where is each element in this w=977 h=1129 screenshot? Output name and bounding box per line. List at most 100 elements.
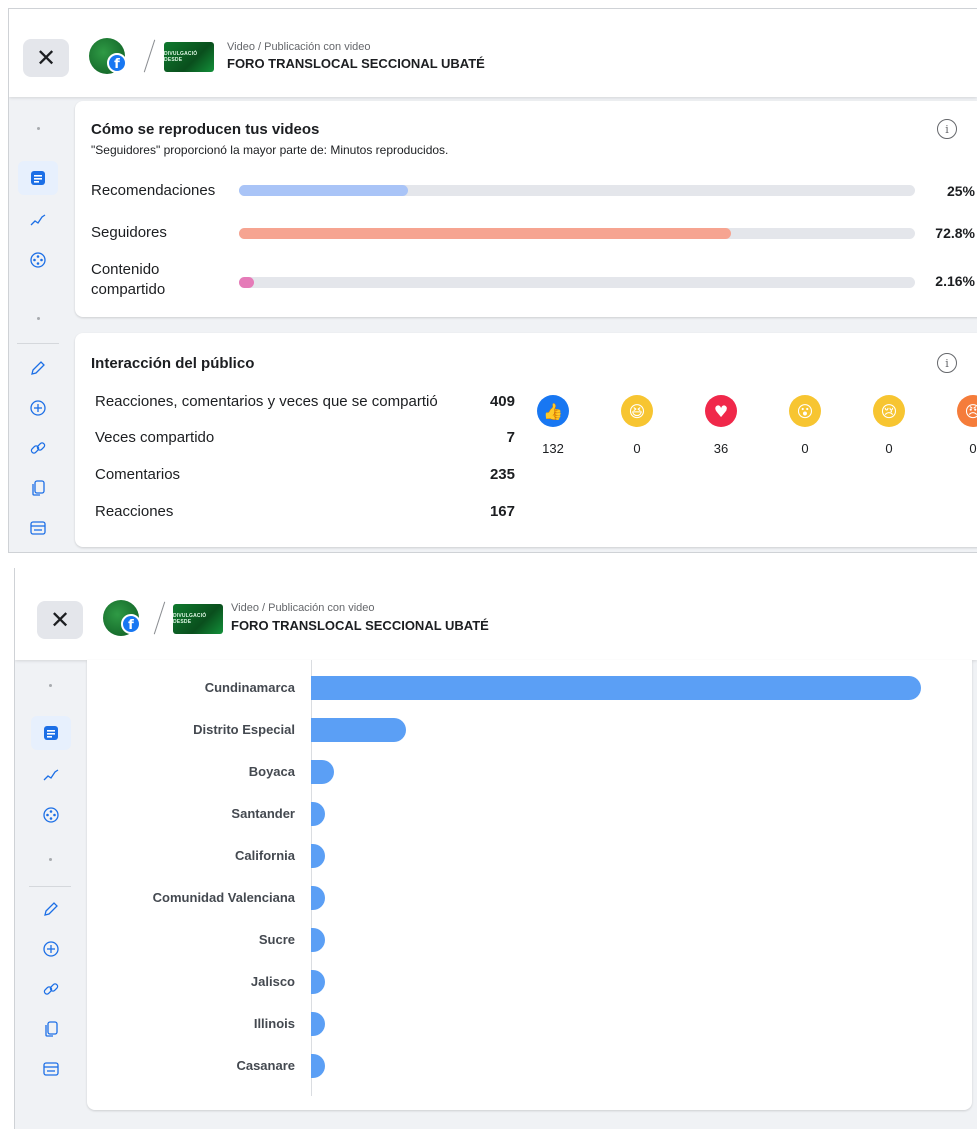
source-track — [239, 277, 915, 288]
sidebar — [15, 660, 73, 1129]
engagement-title: Interacción del público — [91, 355, 255, 372]
film-reel-icon[interactable] — [31, 798, 71, 832]
post-details-icon[interactable] — [31, 716, 71, 750]
region-label: Casanare — [236, 1058, 295, 1073]
engagement-card: Interacción del público i Reacciones, co… — [75, 333, 977, 547]
region-label: Sucre — [258, 932, 295, 947]
region-label: California — [235, 848, 295, 863]
sidebar — [9, 97, 67, 552]
source-percent: 25% — [946, 183, 975, 199]
film-reel-icon[interactable] — [18, 243, 58, 277]
sad-icon: 😢 — [873, 395, 905, 427]
reaction-count: 36 — [713, 441, 729, 456]
breadcrumb: Video / Publicación con video — [227, 41, 371, 53]
region-bar[interactable] — [311, 1054, 325, 1078]
region-label: Boyaca — [248, 764, 295, 779]
page-title: FORO TRANSLOCAL SECCIONAL UBATÉ — [231, 618, 489, 633]
region-label: Illinois — [253, 1016, 295, 1031]
trend-icon[interactable] — [31, 758, 71, 792]
engagement-label: Reacciones — [95, 503, 174, 520]
reaction-count: 0 — [801, 441, 809, 456]
wow-icon: 😮 — [789, 395, 821, 427]
source-fill — [239, 228, 731, 239]
pencil-icon[interactable] — [18, 351, 58, 385]
engagement-value: 409 — [489, 393, 515, 410]
card-icon[interactable] — [31, 1052, 71, 1086]
source-track — [239, 185, 915, 196]
engagement-label: Reacciones, comentarios y veces que se c… — [95, 393, 438, 410]
card-icon[interactable] — [18, 511, 58, 545]
engagement-label: Veces compartido — [95, 429, 215, 446]
link-icon[interactable] — [18, 431, 58, 465]
copy-icon[interactable] — [18, 471, 58, 505]
page-title: FORO TRANSLOCAL SECCIONAL UBATÉ — [227, 56, 485, 71]
region-label: Jalisco — [250, 974, 295, 989]
header-bar: ✕ f DIVULGACIÓ DESDE Video / Publicación… — [9, 9, 977, 97]
facebook-icon: f — [107, 53, 127, 73]
region-bar[interactable] — [311, 928, 325, 952]
engagement-value: 7 — [506, 429, 515, 446]
playback-subtitle: "Seguidores" proporcionó la mayor parte … — [91, 143, 449, 157]
breadcrumb: Video / Publicación con video — [231, 602, 375, 614]
info-icon[interactable]: i — [937, 119, 957, 139]
insights-panel-top: ✕ f DIVULGACIÓ DESDE Video / Publicación… — [8, 8, 977, 553]
reaction-count: 132 — [542, 441, 564, 456]
region-bar[interactable] — [311, 718, 406, 742]
sidebar-dot — [37, 127, 40, 130]
like-icon: 👍 — [537, 395, 569, 427]
region-label: Santander — [231, 806, 295, 821]
breadcrumb-separator — [143, 39, 156, 73]
header-bar: ✕ f DIVULGACIÓ DESDE Video / Publicación… — [15, 568, 977, 660]
post-details-icon[interactable] — [18, 161, 58, 195]
source-fill — [239, 185, 408, 196]
source-percent: 72.8% — [935, 225, 975, 241]
region-label: Comunidad Valenciana — [152, 890, 295, 905]
engagement-label: Comentarios — [95, 466, 181, 483]
reaction-count: 0 — [969, 441, 977, 456]
close-button[interactable]: ✕ — [37, 601, 83, 639]
video-thumbnail: DIVULGACIÓ DESDE — [164, 42, 214, 72]
region-label: Distrito Especial — [193, 722, 295, 737]
source-fill — [239, 277, 254, 288]
reaction-count: 0 — [633, 441, 641, 456]
source-track — [239, 228, 915, 239]
copy-icon[interactable] — [31, 1012, 71, 1046]
playback-title: Cómo se reproducen tus videos — [91, 121, 320, 138]
sidebar-dot — [49, 684, 52, 687]
trend-icon[interactable] — [18, 203, 58, 237]
region-bar[interactable] — [311, 970, 325, 994]
source-label: Contenido compartido — [91, 261, 166, 299]
haha-icon: 😆 — [621, 395, 653, 427]
source-percent: 2.16% — [935, 273, 975, 289]
plus-circle-icon[interactable] — [31, 932, 71, 966]
angry-icon: 😠 — [957, 395, 977, 427]
breadcrumb-separator — [153, 601, 166, 635]
pencil-icon[interactable] — [31, 892, 71, 926]
engagement-value: 167 — [489, 503, 515, 520]
facebook-icon: f — [121, 614, 141, 634]
region-bar[interactable] — [311, 886, 325, 910]
video-thumbnail: DIVULGACIÓ DESDE — [173, 604, 223, 634]
playback-card: Cómo se reproducen tus videos "Seguidore… — [75, 101, 977, 317]
region-bar[interactable] — [311, 760, 334, 784]
region-bar[interactable] — [311, 676, 921, 700]
sidebar-dot — [37, 317, 40, 320]
region-bar[interactable] — [311, 802, 325, 826]
insights-panel-bottom: ✕ f DIVULGACIÓ DESDE Video / Publicación… — [14, 568, 977, 1129]
region-label: Cundinamarca — [204, 680, 295, 695]
sidebar-divider — [17, 343, 59, 344]
reaction-count: 0 — [885, 441, 893, 456]
source-label: Recomendaciones — [91, 182, 216, 199]
region-bar[interactable] — [311, 1012, 325, 1036]
love-icon: ♥ — [705, 395, 737, 427]
sidebar-dot — [49, 858, 52, 861]
link-icon[interactable] — [31, 972, 71, 1006]
region-bar[interactable] — [311, 844, 325, 868]
close-button[interactable]: ✕ — [23, 39, 69, 77]
plus-circle-icon[interactable] — [18, 391, 58, 425]
info-icon[interactable]: i — [937, 353, 957, 373]
source-label: Seguidores — [91, 224, 167, 241]
engagement-value: 235 — [489, 466, 515, 483]
sidebar-divider — [29, 886, 71, 887]
regions-chart-card: Cundinamarca Distrito Especial Boyaca Santa… — [87, 660, 972, 1110]
